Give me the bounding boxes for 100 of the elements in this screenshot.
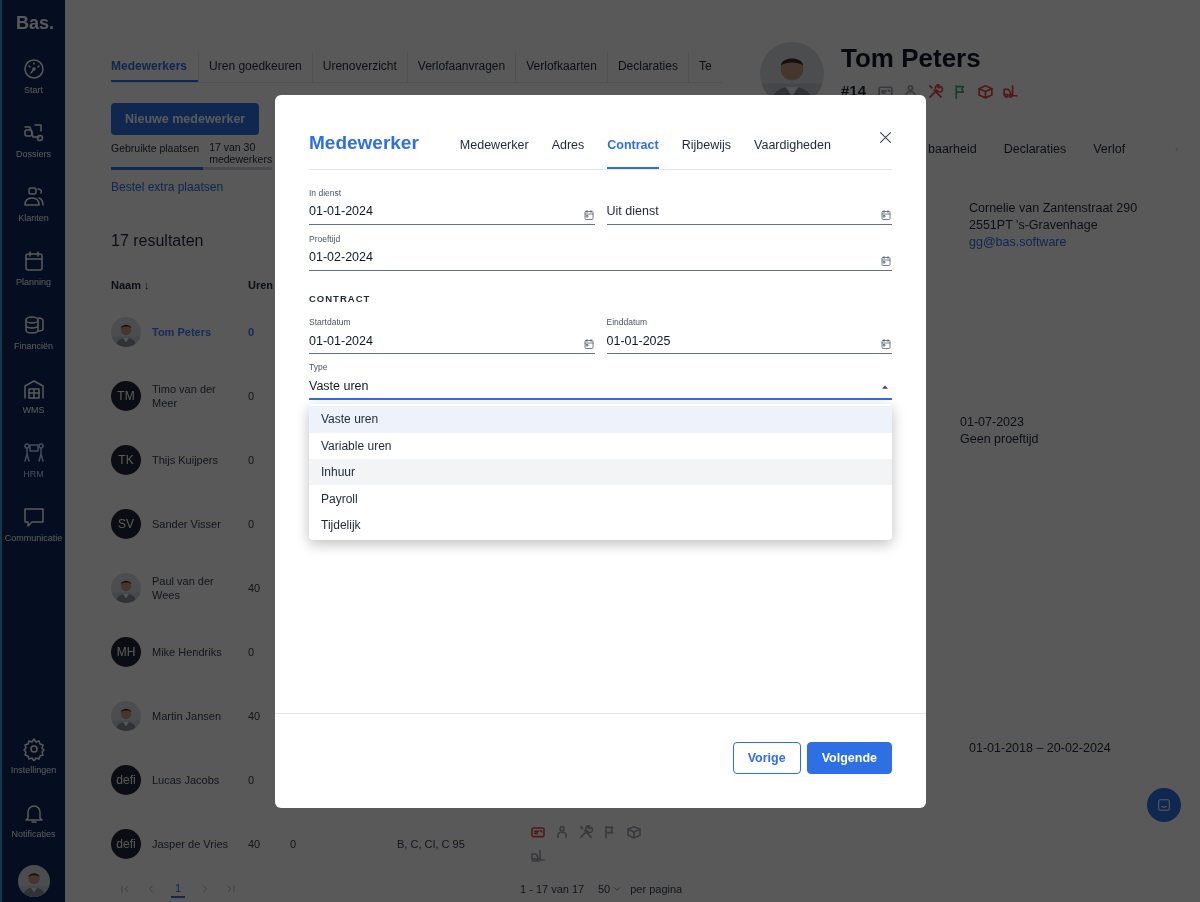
tab[interactable]: baarheid (928, 139, 977, 159)
column-header[interactable]: Uren (248, 276, 274, 294)
detail-text: 01-07-2023 (960, 414, 1025, 431)
column-header[interactable]: Naam ↓ (111, 276, 248, 294)
people-icon (21, 185, 46, 209)
team-icon (21, 441, 46, 465)
dropdown-option[interactable]: Inhuur (309, 459, 892, 486)
dialog-title: Medewerker (309, 130, 419, 155)
new-employee-button[interactable]: Nieuwe medewerker (111, 103, 260, 135)
field-label: Einddatum (606, 315, 648, 329)
detail-text: Geen proeftijd (960, 431, 1040, 448)
tab[interactable]: Urenoverzicht (311, 52, 407, 82)
address-line: Cornelie van Zantenstraat 290 (969, 200, 1139, 217)
tab[interactable]: Contract (607, 136, 659, 169)
per-page-label: per pagina (630, 881, 683, 897)
table-cell-text: 40 (248, 581, 262, 595)
next-button[interactable]: Volgende (806, 742, 892, 774)
employee-name[interactable]: Lucas Jacobs (152, 773, 240, 787)
tab[interactable]: Verlofaanvragen (406, 52, 516, 82)
table-cell-text: 0 (248, 517, 256, 531)
page-range: 1 - 17 van 17 (520, 881, 586, 897)
dropdown-option[interactable]: Vaste uren (309, 406, 892, 433)
tab[interactable]: Verlof (1093, 139, 1126, 159)
close-icon[interactable] (877, 129, 894, 146)
seats-label: Gebruikte plaatsen (111, 141, 200, 156)
tab[interactable]: Declaraties (606, 52, 688, 82)
avatar: defi (111, 765, 141, 795)
warehouse-icon (21, 377, 46, 401)
employee-name[interactable]: Thijs Kuijpers (152, 453, 240, 467)
calendar-icon[interactable] (880, 209, 892, 221)
table-cell-text: B, C, CI, C 95 (397, 837, 466, 851)
date-field[interactable]: 01-01-2024 (309, 331, 595, 355)
table-cell-text: 0 (248, 389, 256, 403)
avatar: defi (111, 829, 141, 859)
table-cell-text: 40 (248, 837, 262, 851)
chevron-down-icon (612, 884, 623, 894)
sidebar-item[interactable]: Notificaties (1, 799, 66, 863)
date-field[interactable]: Uit dienst (606, 202, 892, 225)
field-label: Proeftijd (309, 232, 341, 246)
logo: Bas. (16, 12, 55, 35)
section-heading: CONTRACT (309, 292, 371, 306)
tab[interactable]: Uren goedkeuren (198, 52, 312, 82)
calendar-icon[interactable] (582, 209, 595, 221)
avatar: TK (111, 445, 141, 475)
tab[interactable]: Rijbewijs (681, 136, 731, 169)
sidebar-item[interactable]: Start (1, 55, 66, 119)
order-link[interactable]: Bestel extra plaatsen (111, 178, 224, 196)
per-page-select[interactable]: 50 (598, 880, 623, 898)
sidebar-item[interactable]: Communicatie (1, 503, 66, 567)
previous-button[interactable]: Vorige (732, 742, 801, 774)
profile-name: Tom Peters (841, 42, 982, 74)
date-field[interactable]: 01-01-2024 (309, 202, 595, 225)
employee-name[interactable]: Jasper de Vries (152, 837, 240, 851)
employee-name[interactable]: Sander Visser (152, 517, 240, 531)
sidebar-item[interactable]: WMS (1, 375, 66, 439)
tab[interactable]: Vaardigheden (754, 136, 831, 169)
employee-name[interactable]: Paul van der Wees (152, 574, 240, 602)
employee-name[interactable]: Mike Hendriks (152, 645, 240, 659)
dropdown-option[interactable]: Tijdelijk (309, 511, 892, 539)
chat-icon (21, 505, 46, 529)
sidebar-item[interactable]: Klanten (1, 183, 66, 247)
field-label: Startdatum (309, 315, 351, 329)
address-line: 2551PT 's-Gravenhage (969, 217, 1099, 234)
calendar-icon[interactable] (880, 338, 892, 351)
employee-name[interactable]: Timo van der Meer (152, 382, 240, 410)
table-cell-text: 0 (290, 837, 298, 851)
results-count: 17 resultaten (111, 231, 204, 251)
table-cell-text: 40 (248, 709, 262, 723)
date-field[interactable]: 01-01-2025 (606, 331, 892, 355)
chat-icon (1155, 796, 1173, 814)
table-cell-text: 0 (248, 773, 256, 787)
tab[interactable]: Medewerker (459, 136, 529, 169)
tab[interactable]: Declaraties (1003, 139, 1067, 159)
tab[interactable]: Te (687, 52, 722, 82)
page-number[interactable]: 1 (171, 879, 186, 899)
table-cell-text: 0 (248, 645, 256, 659)
date-field[interactable]: 01-02-2024 (309, 248, 892, 271)
tab[interactable]: Medewerkers (111, 52, 199, 82)
gauge-icon (21, 57, 46, 81)
sidebar-item[interactable]: Planning (1, 247, 66, 311)
settings-icon (21, 737, 46, 761)
sidebar-item[interactable]: Instellingen (1, 735, 66, 799)
avatar: SV (111, 509, 141, 539)
calendar-icon[interactable] (880, 255, 892, 267)
employee-name[interactable]: Martin Jansen (152, 709, 240, 723)
sidebar-item[interactable]: Financiën (1, 311, 66, 375)
select-field[interactable]: Type Vaste uren (309, 360, 892, 401)
dropdown-option[interactable]: Payroll (309, 485, 892, 512)
avatar: MH (111, 637, 141, 667)
field-label: In dienst (309, 186, 342, 200)
sidebar-item[interactable]: HRM (1, 439, 66, 503)
sidebar-item[interactable]: Dossiers (1, 119, 66, 183)
tab[interactable]: Verlofkaarten (515, 52, 607, 82)
email-link[interactable]: gg@bas.software (969, 234, 1067, 251)
calendar-icon[interactable] (582, 338, 595, 351)
period-text: 01-01-2018 – 20-02-2024 (968, 740, 1112, 757)
tab[interactable]: Adres (551, 136, 585, 169)
avatar: TM (111, 381, 141, 411)
dropdown-option[interactable]: Variable uren (309, 432, 892, 460)
employee-name[interactable]: Tom Peters (152, 325, 240, 339)
